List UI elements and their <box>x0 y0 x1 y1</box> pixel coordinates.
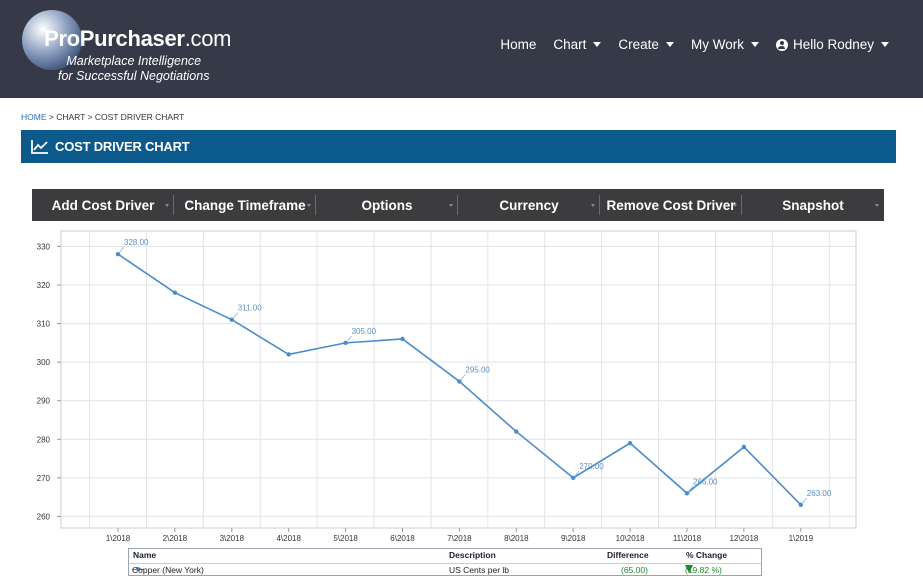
legend-row-pct-value: (19.82 %) <box>685 565 722 575</box>
nav-create-label: Create <box>618 37 659 52</box>
legend-header-pct-change: % Change <box>686 550 728 560</box>
nav-home[interactable]: Home <box>500 37 536 52</box>
x-tick-label: 1\2019 <box>789 534 814 543</box>
line-chart-icon <box>31 140 48 154</box>
add-cost-driver-button[interactable]: Add Cost Driver <box>32 189 174 221</box>
chevron-down-icon <box>593 42 602 47</box>
chevron-down-icon <box>591 204 595 207</box>
nav-user-menu[interactable]: Hello Rodney <box>775 37 889 52</box>
breadcrumb-separator: > <box>85 112 95 122</box>
breadcrumb: HOME > CHART > COST DRIVER CHART <box>21 112 184 122</box>
chevron-down-icon <box>881 42 889 47</box>
x-tick-label: 5\2018 <box>333 534 358 543</box>
chevron-down-icon <box>449 204 453 207</box>
breadcrumb-home[interactable]: HOME <box>21 112 47 122</box>
remove-cost-driver-button[interactable]: Remove Cost Driver <box>600 189 742 221</box>
data-label: 266.00 <box>693 477 718 486</box>
legend-row-description: US Cents per lb <box>449 565 509 575</box>
breadcrumb-separator: > <box>46 112 57 122</box>
main-nav: Home Chart Create My Work Hello Rodney <box>483 37 889 52</box>
legend-header-description: Description <box>449 550 496 560</box>
x-tick-label: 6\2018 <box>390 534 415 543</box>
change-timeframe-button[interactable]: Change Timeframe <box>174 189 316 221</box>
y-tick-label: 310 <box>37 320 51 329</box>
brand-name-main: ProPurchaser <box>44 26 185 51</box>
y-tick-label: 270 <box>37 474 51 483</box>
options-label: Options <box>361 197 413 213</box>
x-tick-label: 11\2018 <box>673 534 702 543</box>
page-title-bar: COST DRIVER CHART <box>21 130 896 163</box>
chevron-down-icon <box>307 204 311 207</box>
y-tick-label: 300 <box>37 358 51 367</box>
data-point <box>172 290 178 295</box>
chart-canvas: 260 270 280 290 300 310 320 330 1\2018 2\2018 3\20… <box>37 230 857 543</box>
nav-chart-label: Chart <box>553 37 587 52</box>
remove-cost-driver-label: Remove Cost Driver <box>606 197 736 213</box>
legend-header-difference: Difference <box>607 550 649 560</box>
y-tick-label: 320 <box>37 281 51 290</box>
chevron-down-icon <box>875 204 879 207</box>
chevron-down-icon <box>733 204 737 207</box>
x-tick-label: 1\2018 <box>106 534 131 543</box>
change-timeframe-label: Change Timeframe <box>184 197 306 213</box>
nav-chart[interactable]: Chart <box>553 37 602 52</box>
legend-header-row: Name Description Difference % Change <box>129 550 761 561</box>
data-point <box>627 440 633 446</box>
chart-toolbar: Add Cost Driver Change Timeframe Options… <box>32 189 884 221</box>
snapshot-label: Snapshot <box>782 197 844 213</box>
data-point <box>286 352 291 357</box>
data-point <box>514 429 519 434</box>
currency-label: Currency <box>499 197 559 213</box>
chevron-down-icon <box>665 42 674 47</box>
breadcrumb-current: COST DRIVER CHART <box>94 112 185 122</box>
y-tick-label: 280 <box>37 435 51 444</box>
legend-row-name: Copper (New York) <box>132 565 204 575</box>
nav-my-work[interactable]: My Work <box>691 37 759 52</box>
brand-logo[interactable]: ProPurchaser.com Marketplace Intelligenc… <box>22 8 252 90</box>
brand-name: ProPurchaser.com <box>44 26 231 52</box>
legend-row-difference: (65.00) <box>621 565 648 575</box>
x-tick-label: 12\2018 <box>729 534 758 543</box>
nav-create[interactable]: Create <box>618 37 674 52</box>
brand-tagline-2: for Successful Negotiations <box>58 69 210 83</box>
x-tick-label: 3\2018 <box>220 534 245 543</box>
brand-tagline: Marketplace Intelligence for Successful … <box>58 54 209 84</box>
data-label: 263.00 <box>807 489 832 498</box>
y-tick-label: 260 <box>37 512 51 521</box>
chevron-down-icon <box>165 204 169 207</box>
chevron-down-icon <box>750 42 759 47</box>
add-cost-driver-label: Add Cost Driver <box>51 197 155 213</box>
data-point <box>400 336 405 342</box>
data-point <box>741 444 747 450</box>
brand-name-suffix: .com <box>184 26 232 51</box>
top-header: ProPurchaser.com Marketplace Intelligenc… <box>0 0 923 98</box>
x-tick-label: 4\2018 <box>276 534 301 543</box>
nav-my-work-label: My Work <box>690 37 744 52</box>
options-button[interactable]: Options <box>316 189 458 221</box>
legend-row[interactable]: Copper (New York) US Cents per lb (65.00… <box>129 563 761 575</box>
x-tick-label: 9\2018 <box>561 534 586 543</box>
data-label: 295.00 <box>465 365 490 374</box>
data-label: 328.00 <box>124 238 149 247</box>
x-tick-label: 7\2018 <box>447 534 472 543</box>
brand-tagline-1: Marketplace Intelligence <box>66 54 202 68</box>
legend-header-name: Name <box>133 550 157 560</box>
currency-button[interactable]: Currency <box>458 189 600 221</box>
user-circle-icon <box>775 38 788 51</box>
data-label: 270.00 <box>579 462 604 471</box>
cost-driver-chart: 260 270 280 290 300 310 320 330 1\2018 2\2018 3\20… <box>0 228 923 584</box>
x-tick-label: 8\2018 <box>504 534 529 543</box>
x-tick-label: 2\2018 <box>163 534 188 543</box>
page-title: COST DRIVER CHART <box>55 139 190 154</box>
breadcrumb-chart: CHART <box>56 112 86 122</box>
data-label: 311.00 <box>238 304 262 313</box>
data-label: 305.00 <box>352 327 377 336</box>
x-tick-label: 10\2018 <box>616 534 645 543</box>
nav-user-label: Hello Rodney <box>792 37 874 52</box>
snapshot-button[interactable]: Snapshot <box>742 189 884 221</box>
y-tick-label: 330 <box>37 242 51 251</box>
y-tick-label: 290 <box>37 397 51 406</box>
nav-home-label: Home <box>500 37 537 52</box>
chart-legend-table: Name Description Difference % Change Cop… <box>128 548 762 576</box>
